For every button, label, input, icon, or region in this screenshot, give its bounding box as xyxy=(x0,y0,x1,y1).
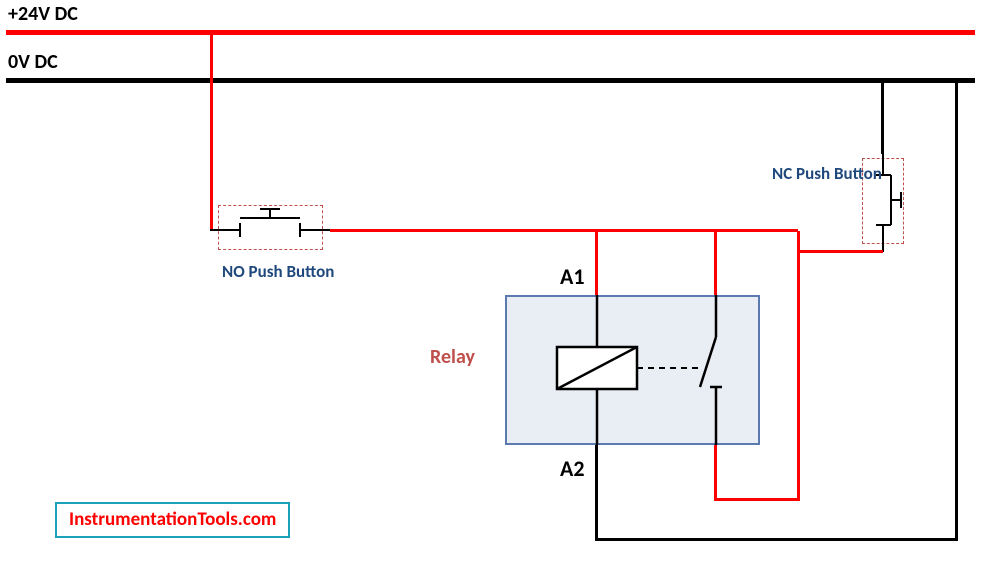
positive-rail xyxy=(6,30,975,35)
negative-rail-label: 0V DC xyxy=(8,50,58,74)
no-push-button-label: NO Push Button xyxy=(222,261,334,282)
wire-nopb-to-junction xyxy=(330,229,798,232)
watermark-text: InstrumentationTools.com xyxy=(69,508,276,531)
wire-return-up xyxy=(955,81,958,541)
positive-rail-label: +24V DC xyxy=(8,2,78,26)
coil-a1-label: A1 xyxy=(560,263,584,290)
nc-push-button-label: NC Push Button xyxy=(772,163,882,184)
wire-contact-down xyxy=(714,445,717,501)
wire-a2-down xyxy=(595,445,598,541)
schematic-canvas: +24V DC 0V DC NO Push Button Relay A1 A2 xyxy=(0,0,981,582)
wire-nc-to-0v xyxy=(881,81,884,154)
wire-to-nc-bottom xyxy=(797,250,883,253)
negative-rail xyxy=(6,78,975,83)
relay-internals xyxy=(505,295,760,445)
relay-label: Relay xyxy=(430,345,475,369)
wire-a2-right xyxy=(595,538,958,541)
coil-a2-label: A2 xyxy=(560,455,584,482)
watermark-box: InstrumentationTools.com xyxy=(55,502,290,538)
wire-contact-right xyxy=(714,498,800,501)
no-push-button-symbol xyxy=(205,205,345,255)
wire-pos-to-nopb xyxy=(210,33,213,230)
wire-contact-up-to-nc xyxy=(797,231,800,501)
